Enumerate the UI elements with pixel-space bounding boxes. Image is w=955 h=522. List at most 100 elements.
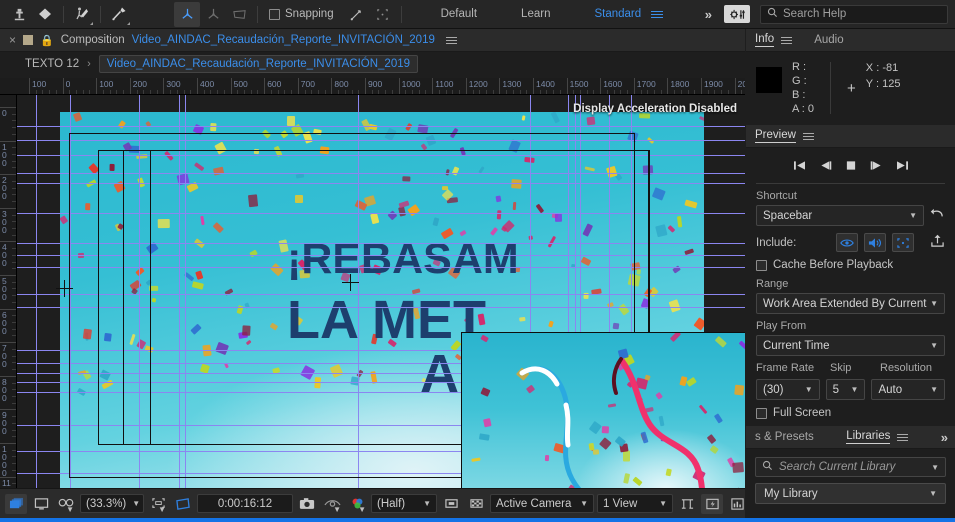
roto-brush-tool[interactable] [69,2,95,27]
eraser-tool[interactable] [32,2,58,27]
ruler-label: 100 [32,79,47,89]
ruler-label: 800 [334,79,349,89]
anchor-point-left[interactable] [56,280,73,297]
workspace-menu-icon[interactable] [651,9,664,20]
layer-controls-icon[interactable] [892,233,914,252]
snap-to-icon[interactable] [344,2,370,27]
zoom-level-select[interactable]: (33.3%) ▼ [80,494,144,513]
confetti-piece [551,112,561,124]
view-layout-select[interactable]: 1 View ▼ [597,494,673,513]
panel-menu-icon[interactable] [897,432,909,443]
gear-icon[interactable] [724,5,750,23]
reset-arrow-icon[interactable] [930,207,945,224]
local-axis-mode-button[interactable] [174,1,200,27]
resolution-select[interactable]: (Half) ▼ [371,494,437,513]
cache-before-playback-row[interactable]: Cache Before Playback [756,259,945,271]
world-axis-mode-button[interactable] [200,2,226,27]
next-frame-button[interactable] [870,160,883,174]
workspace-default[interactable]: Default [437,8,481,20]
tab-info[interactable]: Info [755,33,775,47]
shortcut-select[interactable]: Spacebar ▼ [756,205,924,226]
lock-icon[interactable]: 🔒 [40,34,54,47]
ruler-subtick [687,90,689,94]
libraries-overflow-button[interactable]: » [941,430,948,445]
cache-before-playback-checkbox[interactable] [756,259,767,271]
ruler-label: 500 [2,276,7,302]
export-icon[interactable] [930,234,945,251]
horizontal-guide[interactable] [17,126,745,127]
play-from-select[interactable]: Current Time ▼ [756,335,945,356]
search-help-input[interactable]: Search Help [760,4,948,24]
library-search-input[interactable]: Search Current Library ▼ [755,457,946,477]
anchor-point-center[interactable] [342,274,359,291]
chevron-down-icon[interactable]: ▼ [931,463,939,472]
current-timecode[interactable]: 0:00:16:12 [197,494,293,513]
breadcrumb-current[interactable]: Video_AINDAC_Recaudación_Reporte_INVITAC… [98,55,419,73]
panel-menu-icon[interactable] [802,131,814,142]
toggle-transparency-grid-icon[interactable] [5,493,27,514]
ruler-subtick [512,90,514,94]
frame-rate-select[interactable]: (30) ▼ [756,379,820,400]
timeline-icon[interactable] [726,494,748,514]
vertical-ruler[interactable]: 0 100 200 300 400 500 600 700 800 900 10001100 [0,95,17,488]
range-select[interactable]: Work Area Extended By Current … ▼ [756,293,945,314]
info-panel: Info Audio R : G : B : A : 0 + X : -81 Y… [746,29,955,125]
previous-frame-button[interactable] [819,160,832,174]
skip-label: Skip [830,362,852,374]
snapping-checkbox[interactable] [269,8,280,20]
snapping-toggle[interactable]: Snapping [269,8,334,20]
full-screen-row[interactable]: Full Screen [756,407,945,419]
close-icon[interactable]: × [9,33,16,47]
ruler-subtick [485,90,487,94]
ruler-subtick [12,322,16,324]
toggle-pixel-aspect-icon[interactable] [440,494,462,514]
tab-libraries[interactable]: Libraries [846,430,891,444]
camera-view-select[interactable]: Active Camera ▼ [490,494,594,513]
streamers-graphic [519,357,705,488]
toggle-guides-icon[interactable] [676,494,698,514]
toolbar-overflow-button[interactable]: » [705,7,712,22]
workspace-learn[interactable]: Learn [517,8,554,20]
panel-menu-icon[interactable] [445,35,457,46]
main-viewer-icon[interactable] [30,494,52,514]
view-axis-mode-button[interactable] [226,2,252,27]
ruler-subtick [210,90,212,94]
show-channel-icon[interactable]: ▼ [346,494,368,514]
library-select[interactable]: My Library ▼ [755,483,946,504]
tab-audio[interactable]: Audio [814,34,843,47]
first-frame-button[interactable] [793,160,806,174]
ruler-label: 1500 [569,79,589,89]
ruler-subtick [12,335,16,337]
full-screen-checkbox[interactable] [756,407,767,419]
toggle-mask-icon[interactable] [172,494,194,514]
skip-select[interactable]: 5 ▼ [825,379,866,400]
clone-stamp-tool[interactable] [6,2,32,27]
vertical-guide[interactable] [36,95,37,488]
tab-preview[interactable]: Preview [755,129,796,143]
confetti-piece [404,123,412,132]
breadcrumb-parent[interactable]: TEXTO 12 [25,58,79,70]
composition-name[interactable]: Video_AINDAC_Recaudación_Reporte_INVITAC… [132,34,435,46]
preview-resolution-select[interactable]: Auto ▼ [871,379,945,400]
audio-speaker-icon[interactable] [864,233,886,252]
viewer-bottom-bar: ▼ (33.3%) ▼ ▼ 0:00:16:12 ▼ ▼ (Half) ▼ Ac… [0,488,794,518]
show-snapshot-icon[interactable]: ▼ [321,494,343,514]
last-frame-button[interactable] [896,160,909,174]
stop-button[interactable] [845,160,857,174]
horizontal-ruler[interactable]: 100 0 100 200 300 400 500 600 700 800 900 1000 1100 1… [0,78,745,95]
ruler-subtick [49,90,51,94]
puppet-pin-tool[interactable] [106,2,132,27]
floating-preview-window[interactable]: ¡REBASAM LA MET [461,332,745,488]
preview-panel-tabs: Preview [746,125,955,148]
panel-menu-icon[interactable] [781,35,793,46]
select-bounding-box-icon[interactable] [370,2,396,27]
3d-glasses-icon[interactable]: ▼ [55,494,77,514]
tab-effects-presets[interactable]: s & Presets [755,431,814,444]
region-of-interest-icon[interactable]: ▼ [147,494,169,514]
workspace-standard[interactable]: Standard [590,8,645,20]
composition-viewer[interactable]: ¡REBASAM LA MET AR ¡REBASAM L [17,95,745,488]
take-snapshot-icon[interactable] [296,494,318,514]
transparency-grid-icon[interactable] [465,494,487,514]
video-eye-icon[interactable] [836,233,858,252]
fast-previews-icon[interactable] [701,493,723,514]
